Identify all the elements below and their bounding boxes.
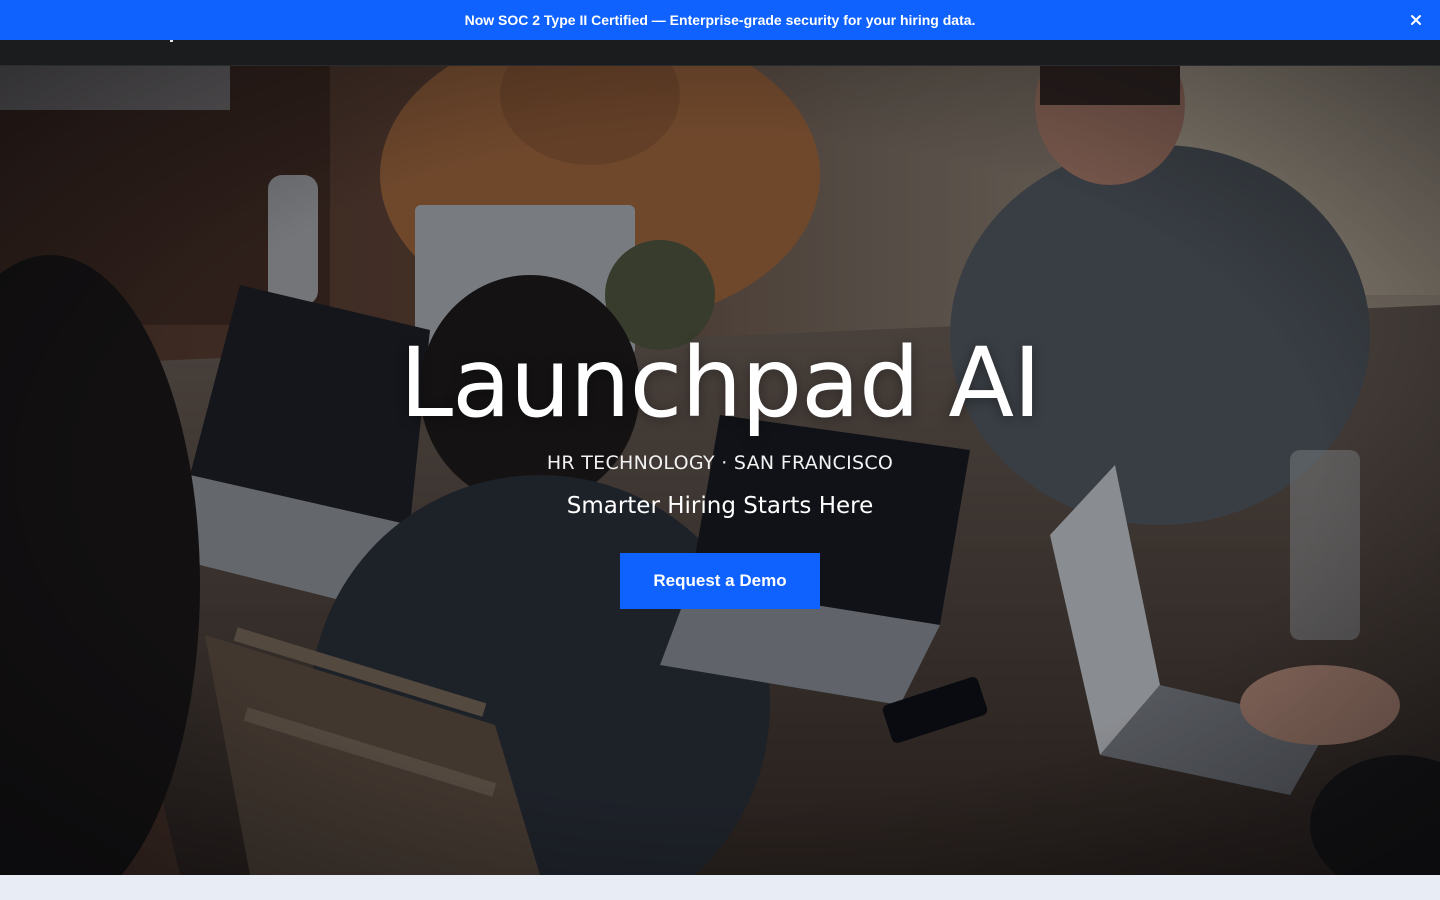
announcement-bar: Now SOC 2 Type II Certified — Enterprise… (0, 0, 1440, 40)
request-demo-button[interactable]: Request a Demo (620, 553, 820, 609)
hero-eyebrow: HR TECHNOLOGY · SAN FRANCISCO (546, 452, 894, 474)
hero-tagline: Smarter Hiring Starts Here (566, 493, 874, 519)
announcement-text: Now SOC 2 Type II Certified — Enterprise… (464, 12, 976, 28)
top-navigation (0, 34, 1440, 66)
hero-title: Launchpad AI (399, 327, 1042, 439)
hero-content: Launchpad AI HR TECHNOLOGY · SAN FRANCIS… (0, 65, 1440, 875)
hero-section: Launchpad AI HR TECHNOLOGY · SAN FRANCIS… (0, 65, 1440, 875)
next-section-edge (0, 875, 1440, 900)
close-icon[interactable] (1406, 10, 1426, 30)
